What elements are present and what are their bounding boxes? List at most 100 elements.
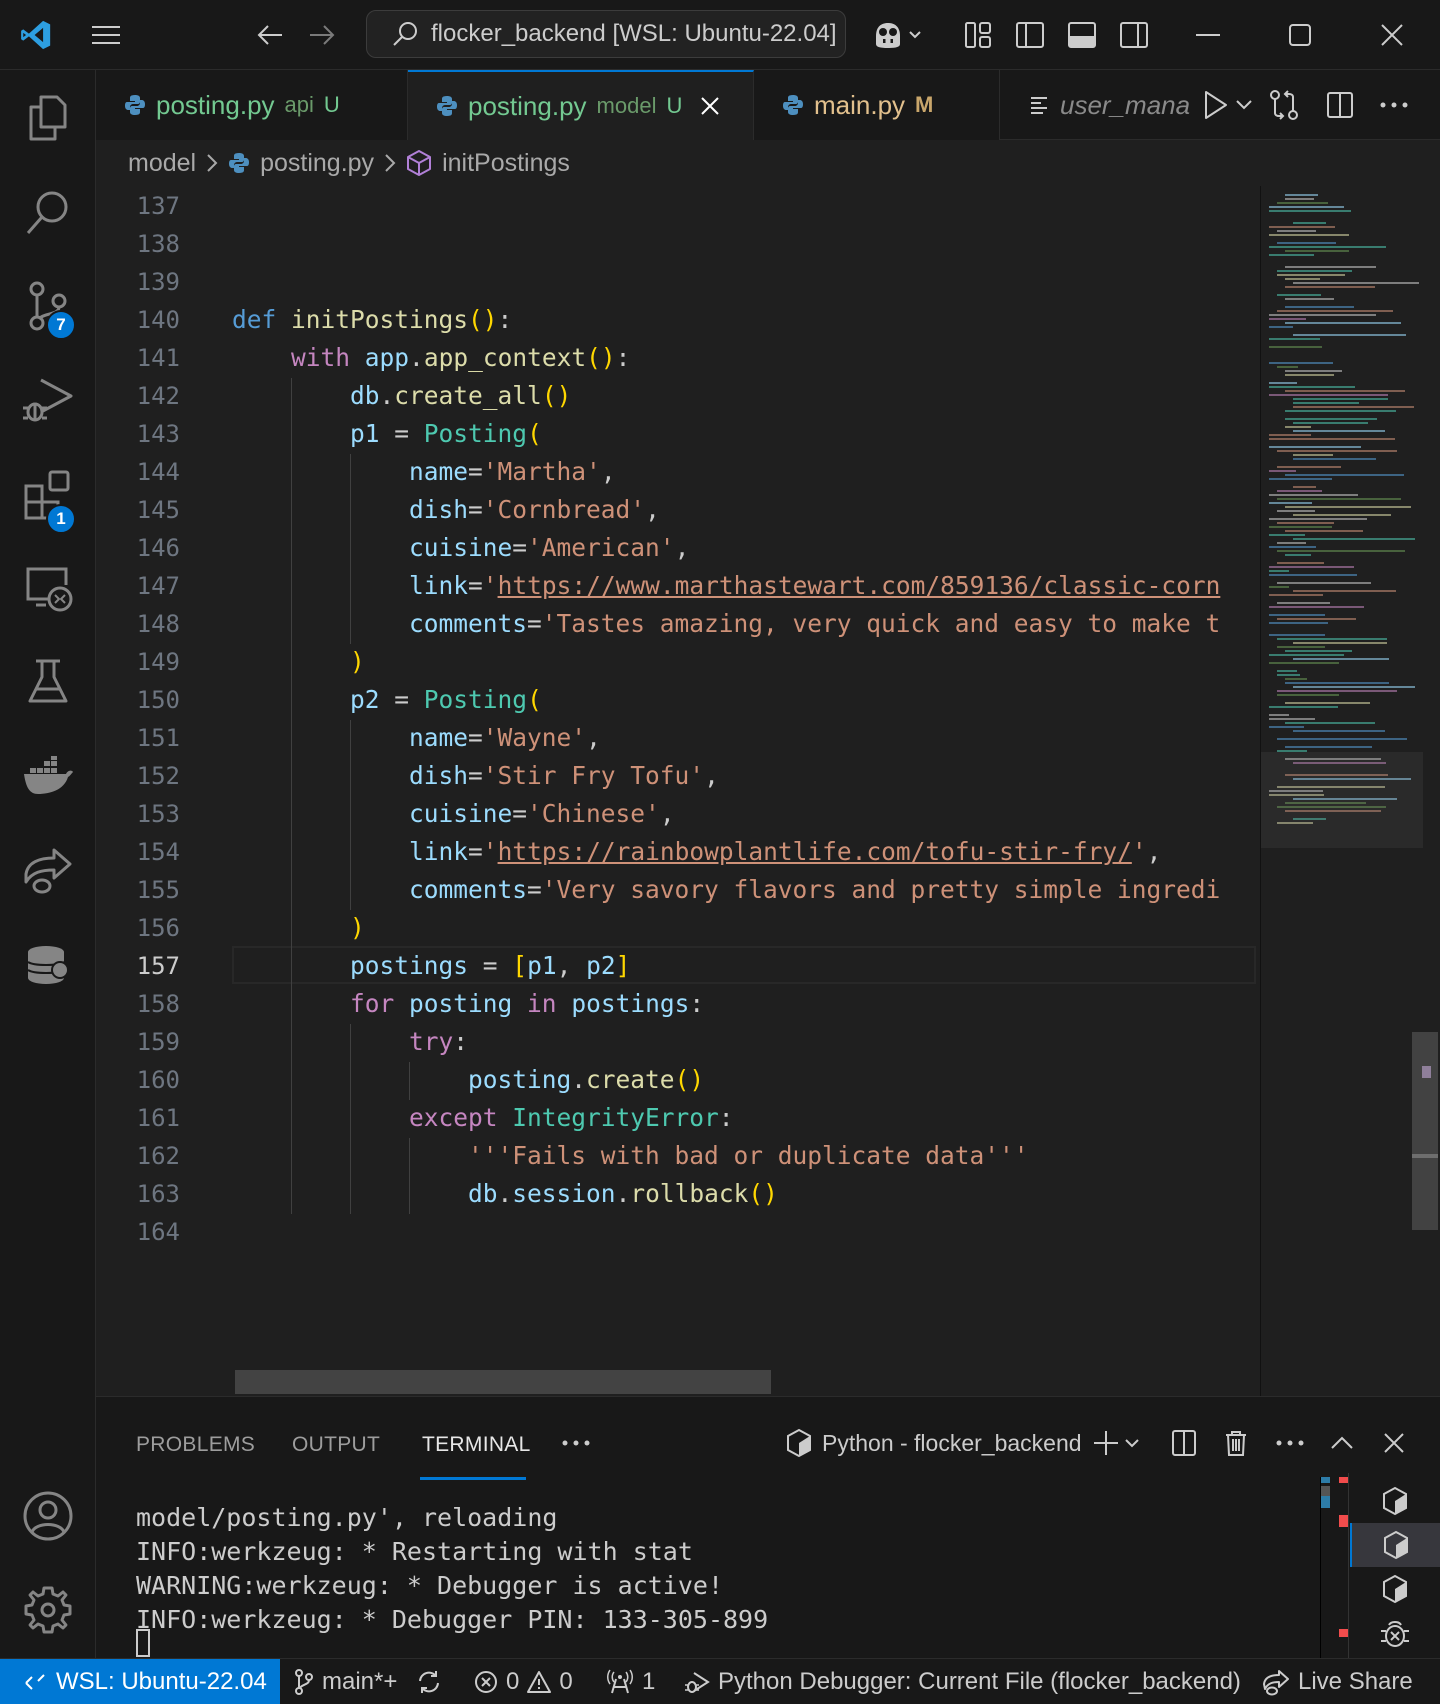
activity-source-control[interactable]: 7 — [0, 266, 96, 346]
git-branch-status[interactable]: main*+ — [294, 1659, 397, 1704]
git-branch-icon — [294, 1669, 314, 1695]
toggle-secondary-sidebar-icon[interactable] — [1116, 17, 1152, 53]
minimap-line — [1269, 706, 1339, 708]
code-editor[interactable]: 137 138 139 140 def initPostings(): 141 with … — [96, 186, 1440, 1396]
activity-live-share[interactable] — [0, 830, 96, 910]
close-panel-icon[interactable] — [1376, 1425, 1412, 1461]
minimap-line — [1285, 702, 1370, 704]
sync-changes-button[interactable] — [416, 1659, 442, 1704]
code-token: ' — [482, 571, 498, 600]
minimize-window-icon[interactable] — [1190, 17, 1226, 53]
vertical-scrollbar[interactable] — [1412, 1032, 1438, 1230]
activity-run-debug[interactable] — [0, 360, 96, 440]
line-number: 145 — [136, 496, 180, 524]
forward-arrow-icon[interactable] — [304, 17, 340, 53]
minimap-line — [1269, 386, 1356, 388]
split-editor-icon[interactable] — [1322, 87, 1358, 123]
live-share-label: Live Share — [1298, 1668, 1413, 1695]
minimap-line — [1285, 250, 1350, 252]
activity-extensions[interactable]: 1 — [0, 454, 96, 534]
minimap-line — [1269, 438, 1395, 440]
live-share-icon — [1262, 1668, 1290, 1696]
terminal-list-item-active[interactable] — [1350, 1523, 1440, 1567]
code-token: Posting — [423, 419, 528, 448]
minimap-line — [1277, 694, 1340, 696]
back-arrow-icon[interactable] — [252, 17, 288, 53]
terminal-list-item[interactable] — [1350, 1567, 1440, 1611]
terminal-list-item[interactable] — [1350, 1479, 1440, 1523]
chevron-right-icon — [206, 153, 218, 173]
remote-indicator[interactable]: WSL: Ubuntu-22.04 — [0, 1659, 280, 1704]
minimap-line — [1277, 542, 1307, 544]
customize-layout-icon[interactable] — [960, 17, 996, 53]
minimap-line — [1269, 570, 1289, 572]
run-python-file-button[interactable] — [1198, 87, 1234, 123]
vscode-logo-icon — [18, 17, 54, 53]
maximize-panel-chevron-up-icon[interactable] — [1324, 1425, 1360, 1461]
minimap-line — [1269, 534, 1305, 536]
toggle-panel-icon[interactable] — [1064, 17, 1100, 53]
panel-more-actions-icon[interactable] — [1272, 1425, 1308, 1461]
copilot-icon[interactable] — [870, 17, 930, 53]
panel-tab-output[interactable]: OUTPUT — [292, 1433, 380, 1457]
panel-tab-problems[interactable]: PROBLEMS — [136, 1433, 255, 1457]
run-debug-icon — [21, 374, 75, 426]
activity-accounts[interactable] — [0, 1476, 96, 1556]
outline-sticky[interactable]: user_mana — [1030, 70, 1190, 140]
panel-tab-terminal[interactable]: TERMINAL — [422, 1433, 531, 1457]
problems-status[interactable]: 0 0 — [474, 1659, 573, 1704]
terminal-name: Python - flocker_backend — [822, 1429, 1082, 1456]
breadcrumb-folder[interactable]: model — [128, 149, 196, 178]
compare-changes-icon[interactable] — [1266, 87, 1302, 123]
breadcrumb-symbol[interactable]: initPostings — [442, 149, 570, 178]
terminal-dropdown-chevron-icon[interactable] — [1120, 1425, 1144, 1461]
minimap-line — [1285, 194, 1318, 196]
run-dropdown-chevron-icon[interactable] — [1232, 87, 1256, 123]
code-token: dish — [409, 761, 469, 790]
terminal-selector[interactable]: Python - flocker_backend — [786, 1423, 1082, 1463]
activity-search[interactable] — [0, 172, 96, 252]
tab-posting-api[interactable]: posting.py api U — [96, 70, 408, 140]
code-token: ( — [527, 419, 542, 448]
maximize-window-icon[interactable] — [1282, 17, 1318, 53]
menu-icon[interactable] — [88, 17, 124, 53]
kill-terminal-trash-icon[interactable] — [1218, 1425, 1254, 1461]
code-token: . — [571, 1065, 587, 1094]
symbol-method-icon — [406, 149, 432, 177]
more-actions-icon[interactable] — [1376, 87, 1412, 123]
tab-posting-model[interactable]: posting.py model U — [408, 70, 754, 140]
code-token: db — [350, 381, 380, 410]
activity-docker[interactable] — [0, 736, 96, 816]
activity-testing[interactable] — [0, 642, 96, 722]
forwarded-ports-status[interactable]: 1 — [606, 1659, 655, 1704]
close-window-icon[interactable] — [1374, 17, 1410, 53]
breadcrumb-file[interactable]: posting.py — [260, 149, 374, 178]
activity-remote-explorer[interactable] — [0, 548, 96, 628]
minimap-line — [1285, 746, 1373, 748]
panel-more-icon[interactable] — [558, 1425, 594, 1461]
debug-configuration-status[interactable]: Python Debugger: Current File (flocker_b… — [684, 1659, 1241, 1704]
tab-description: api — [284, 92, 314, 117]
minimap-line — [1285, 554, 1311, 556]
toggle-primary-sidebar-icon[interactable] — [1012, 17, 1048, 53]
minimap-line — [1277, 602, 1330, 604]
indent-guide — [350, 720, 351, 910]
terminal-list-item-debug[interactable] — [1350, 1611, 1440, 1655]
live-share-status[interactable]: Live Share — [1262, 1659, 1413, 1704]
minimap-line — [1285, 650, 1353, 652]
split-terminal-icon[interactable] — [1166, 1425, 1202, 1461]
minimap[interactable] — [1260, 186, 1423, 1396]
code-token: p2 — [586, 951, 616, 980]
activity-sqlalchemy[interactable] — [0, 924, 96, 1004]
activity-manage[interactable] — [0, 1570, 96, 1650]
indent-guide — [291, 378, 292, 1214]
activity-explorer[interactable] — [0, 78, 96, 158]
tab-main[interactable]: main.py M — [754, 70, 1000, 140]
horizontal-scrollbar[interactable] — [235, 1370, 771, 1394]
minimap-slider[interactable] — [1261, 752, 1423, 848]
command-center[interactable]: flocker_backend [WSL: Ubuntu-22.04] — [366, 10, 846, 58]
new-terminal-icon[interactable] — [1088, 1425, 1124, 1461]
close-tab-icon[interactable] — [700, 96, 720, 116]
